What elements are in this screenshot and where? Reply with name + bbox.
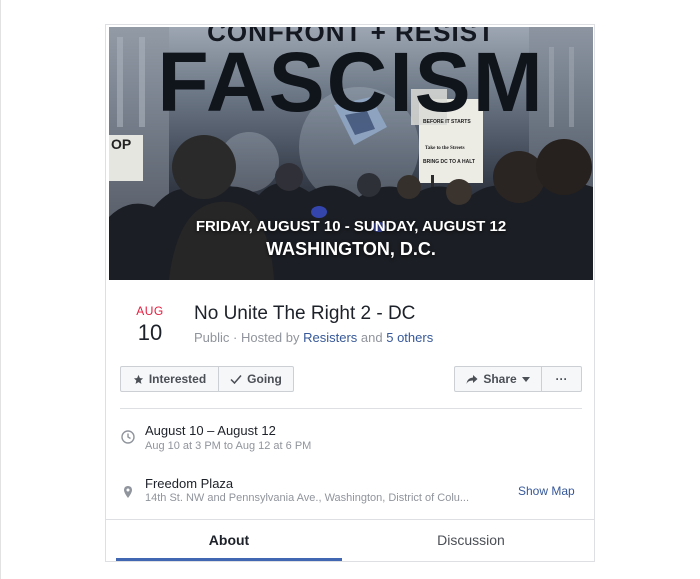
share-button[interactable]: Share [454,366,542,392]
share-label: Share [483,372,517,386]
interested-label: Interested [148,372,207,386]
sign-right-line-2: Take to the Streets [425,146,465,151]
check-icon [230,374,242,384]
share-arrow-icon [466,374,478,385]
show-map-link[interactable]: Show Map [518,484,575,498]
host-link[interactable]: Resisters [303,330,357,345]
going-label: Going [247,372,282,386]
event-title: No Unite The Right 2 - DC [194,303,416,324]
more-dots-icon: ··· [555,372,568,386]
and-text: and [357,330,387,345]
page-edge [0,0,1,579]
caret-down-icon [521,376,530,382]
divider [120,408,582,409]
event-month: AUG [136,304,164,318]
clock-icon [121,430,135,444]
event-card: CONFRONT + RESIST FASCISM OP BEFORE IT S… [105,24,595,562]
event-time-range: Aug 10 at 3 PM to Aug 12 at 6 PM [145,440,312,452]
event-day: 10 [137,320,163,345]
cover-photo[interactable]: CONFRONT + RESIST FASCISM OP BEFORE IT S… [109,27,593,280]
tab-discussion[interactable]: Discussion [358,520,584,561]
sign-left-text: OP [111,136,131,152]
event-meta: Public · Hosted by Resisters and 5 other… [194,330,433,345]
cover-dates: FRIDAY, AUGUST 10 - SUNDAY, AUGUST 12 [195,218,507,235]
event-date-range[interactable]: August 10 – August 12 [145,423,276,438]
other-hosts-link[interactable]: 5 others [386,330,433,345]
hosted-by-text: · Hosted by [229,330,304,345]
interested-button[interactable]: Interested [120,366,219,392]
star-icon [133,374,144,385]
event-privacy: Public [194,330,230,345]
sign-right-line-3: BRING DC TO A HALT [423,159,475,165]
cover-city: WASHINGTON, D.C. [266,239,436,259]
location-address: 14th St. NW and Pennsylvania Ave., Washi… [145,492,470,504]
event-date-badge: AUG 10 [128,304,172,346]
tab-about[interactable]: About [116,520,342,561]
more-options-button[interactable]: ··· [541,366,582,392]
going-button[interactable]: Going [218,366,294,392]
location-name[interactable]: Freedom Plaza [145,476,233,491]
sign-right-line-1: BEFORE IT STARTS [423,119,471,125]
pin-icon [124,486,132,498]
active-tab-indicator [116,558,342,561]
